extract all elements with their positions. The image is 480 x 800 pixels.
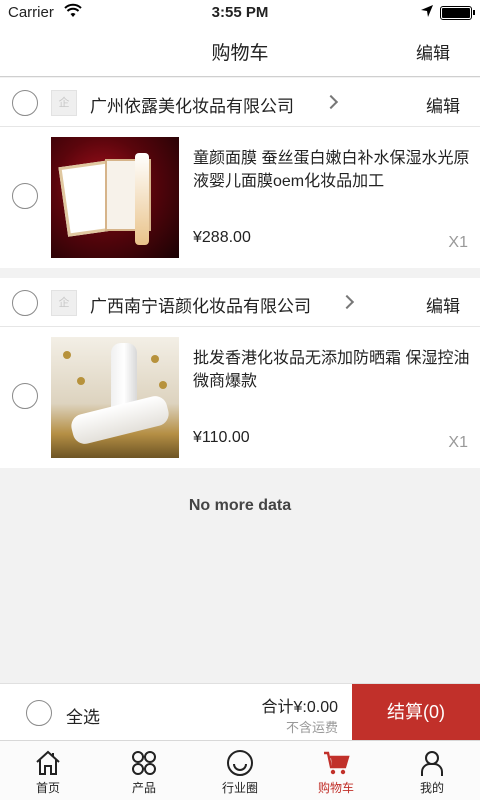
- total-amount: 合计¥:0.00: [261, 699, 339, 716]
- tab-label: 购物车: [317, 781, 354, 795]
- tab-cart[interactable]: 购物车: [288, 741, 384, 800]
- product-quantity: X1: [448, 434, 468, 451]
- checkout-bar: 全选 合计¥:0.00 不含运费 结算(0): [0, 683, 480, 741]
- tab-bar: 首页 产品 行业圈 购物车 我的: [0, 740, 480, 800]
- shop-header: 企 广州依露美化妆品有限公司 编辑: [0, 78, 480, 127]
- shop-name-link[interactable]: 广州依露美化妆品有限公司: [90, 92, 294, 117]
- grid-icon: [132, 751, 156, 775]
- home-icon: [36, 750, 60, 775]
- product-price: ¥110.00: [193, 429, 250, 446]
- tab-label: 首页: [35, 781, 60, 795]
- tab-products[interactable]: 产品: [96, 741, 192, 800]
- shop-name-link[interactable]: 广西南宁语颜化妆品有限公司: [90, 292, 311, 317]
- tab-profile[interactable]: 我的: [384, 741, 480, 800]
- item-select-radio[interactable]: [12, 183, 38, 209]
- item-select-radio[interactable]: [12, 383, 38, 409]
- product-price: ¥288.00: [193, 229, 251, 246]
- product-image[interactable]: [51, 137, 179, 258]
- product-title[interactable]: 童颜面膜 蚕丝蛋白嫩白补水保湿水光原液婴儿面膜oem化妆品加工: [193, 147, 473, 193]
- shop-group: 企 广西南宁语颜化妆品有限公司 编辑 批发香港化妆品无添加防晒霜 保湿控油 微商…: [0, 278, 480, 468]
- cart-item[interactable]: 童颜面膜 蚕丝蛋白嫩白补水保湿水光原液婴儿面膜oem化妆品加工 ¥288.00 …: [0, 127, 480, 268]
- shipping-note: 不含运费: [285, 720, 338, 735]
- location-arrow-icon: [421, 5, 433, 17]
- edit-cart-button[interactable]: 编辑: [416, 39, 450, 64]
- shop-edit-button[interactable]: 编辑: [426, 292, 460, 317]
- chevron-right-icon[interactable]: [339, 294, 355, 310]
- tab-label: 产品: [131, 781, 156, 795]
- select-all-label[interactable]: 全选: [66, 703, 100, 728]
- shop-logo: 企: [51, 90, 77, 116]
- tab-label: 我的: [419, 781, 444, 795]
- checkout-button[interactable]: 结算(0): [352, 684, 480, 741]
- page-title: 购物车: [211, 43, 269, 64]
- shop-header: 企 广西南宁语颜化妆品有限公司 编辑: [0, 278, 480, 327]
- shop-group: 企 广州依露美化妆品有限公司 编辑 童颜面膜 蚕丝蛋白嫩白补水保湿水光原液婴儿面…: [0, 78, 480, 268]
- shop-edit-button[interactable]: 编辑: [426, 92, 460, 117]
- shop-logo: 企: [51, 290, 77, 316]
- status-bar: Carrier 3:55 PM: [0, 0, 480, 24]
- cart-icon: [324, 751, 350, 775]
- shop-select-radio[interactable]: [12, 290, 38, 316]
- cart-item[interactable]: 批发香港化妆品无添加防晒霜 保湿控油 微商爆款 ¥110.00 X1: [0, 327, 480, 468]
- shop-select-radio[interactable]: [12, 90, 38, 116]
- tab-home[interactable]: 首页: [0, 741, 96, 800]
- product-image[interactable]: [51, 337, 179, 458]
- smiley-icon: [227, 750, 253, 776]
- select-all-radio[interactable]: [26, 700, 52, 726]
- product-quantity: X1: [448, 234, 468, 251]
- product-title[interactable]: 批发香港化妆品无添加防晒霜 保湿控油 微商爆款: [193, 347, 473, 393]
- chevron-right-icon[interactable]: [323, 94, 339, 110]
- tab-label: 行业圈: [221, 781, 258, 795]
- battery-icon: [440, 6, 475, 20]
- list-end-label: No more data: [188, 497, 292, 514]
- clock: 3:55 PM: [211, 4, 269, 21]
- tab-community[interactable]: 行业圈: [192, 741, 288, 800]
- user-icon: [421, 751, 443, 776]
- nav-bar: 购物车 编辑: [0, 24, 480, 77]
